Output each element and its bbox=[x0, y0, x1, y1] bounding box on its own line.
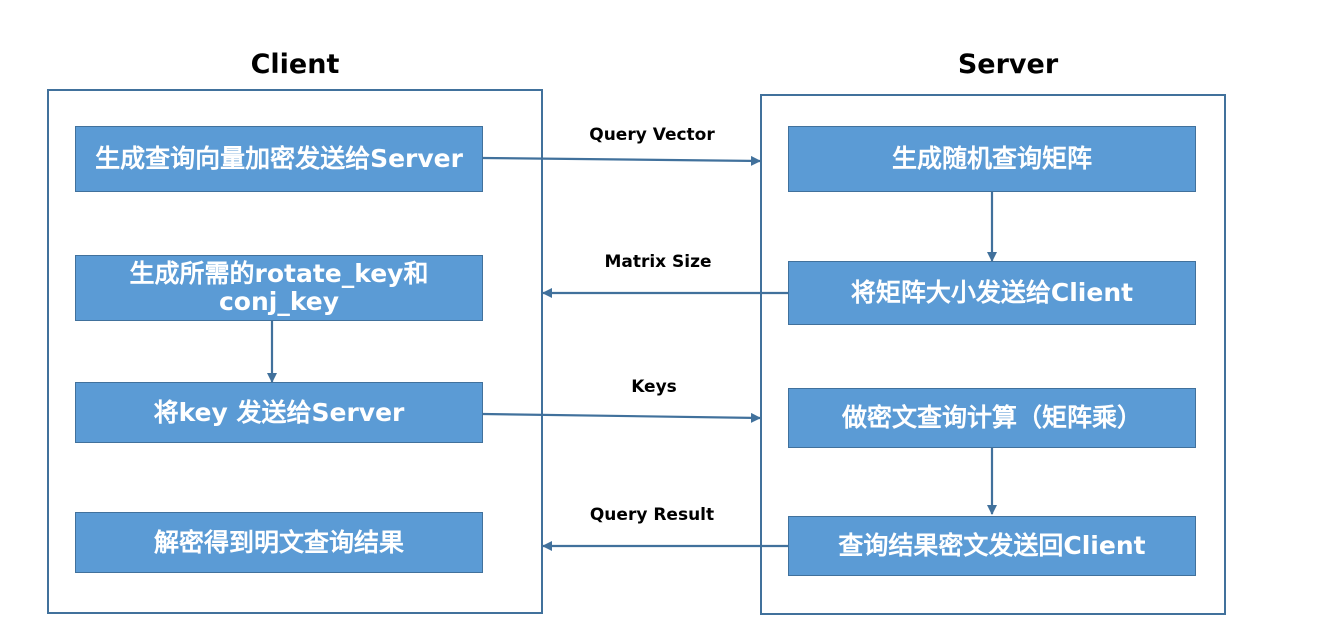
arrow-query-vector bbox=[482, 155, 761, 166]
arrow-keys bbox=[482, 412, 761, 423]
arrows-layer bbox=[267, 155, 997, 551]
flow-diagram: Client Server 生成查询向量加密发送给Server 生成所需的rot… bbox=[0, 0, 1333, 638]
